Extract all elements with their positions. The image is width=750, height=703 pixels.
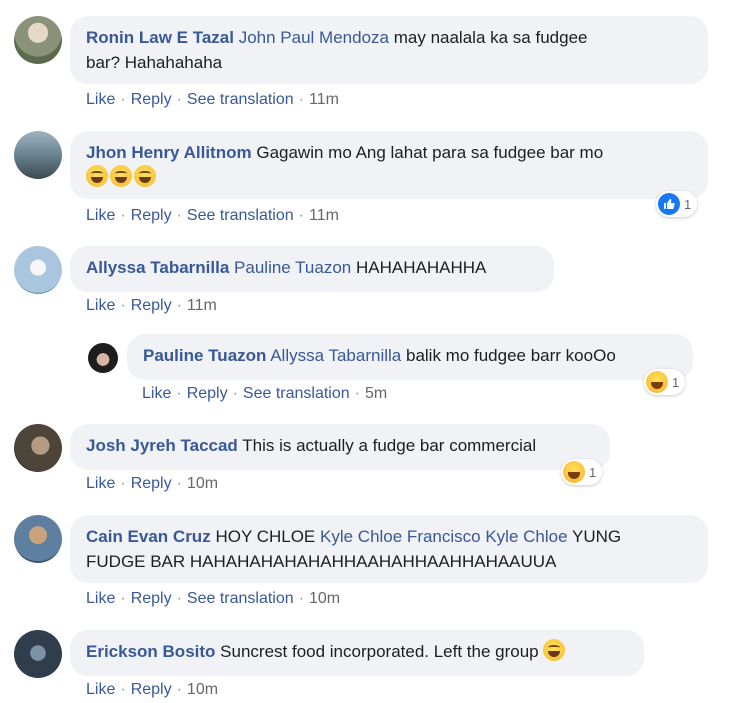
comment-actions: Like · Reply · See translation · 5m xyxy=(142,385,388,402)
comment-time[interactable]: 10m xyxy=(187,475,218,492)
haha-icon xyxy=(563,461,585,483)
reaction-count-badge[interactable]: 1 xyxy=(644,369,686,395)
like-link[interactable]: Like xyxy=(86,207,115,224)
comment-text: balik mo fudgee barr kooOo xyxy=(405,346,616,365)
comment-time[interactable]: 11m xyxy=(309,91,339,108)
see-translation-link[interactable]: See translation xyxy=(187,91,294,108)
comment-actions: Like · Reply · See translation · 11m xyxy=(86,207,339,224)
see-translation-link[interactable]: See translation xyxy=(187,207,294,224)
reply-link[interactable]: Reply xyxy=(131,681,172,698)
avatar[interactable] xyxy=(14,630,62,678)
comment-actions: Like · Reply · See translation · 10m xyxy=(86,590,341,607)
comment-bubble: Josh Jyreh Taccad This is actually a fud… xyxy=(70,424,610,470)
reply-link[interactable]: Reply xyxy=(131,590,172,607)
comment-author[interactable]: Allyssa Tabarnilla xyxy=(86,258,229,277)
like-icon xyxy=(658,193,680,215)
comment-mention[interactable]: Allyssa Tabarnilla xyxy=(270,346,401,365)
comment-actions: Like · Reply · 10m xyxy=(86,681,219,698)
smiling-sweat-emoji-icon xyxy=(543,639,566,661)
comment-text: YUNG xyxy=(571,527,622,546)
comment-time[interactable]: 11m xyxy=(187,297,217,314)
comment-bubble: Pauline Tuazon Allyssa Tabarnilla balik … xyxy=(127,334,693,380)
reaction-count: 1 xyxy=(672,374,680,390)
see-translation-link[interactable]: See translation xyxy=(243,385,350,402)
reply-link[interactable]: Reply xyxy=(131,207,172,224)
comment-time[interactable]: 5m xyxy=(365,385,387,402)
comment-author[interactable]: Ronin Law E Tazal xyxy=(86,28,234,47)
comment-text: Suncrest food incorporated. Left the gro… xyxy=(220,642,539,661)
avatar[interactable] xyxy=(88,343,118,373)
avatar[interactable] xyxy=(14,246,62,294)
comment-bubble: Erickson Bosito Suncrest food incorporat… xyxy=(70,630,644,676)
reply-link[interactable]: Reply xyxy=(187,385,228,402)
avatar[interactable] xyxy=(14,131,62,179)
comment-text: HOY CHLOE xyxy=(215,527,316,546)
like-link[interactable]: Like xyxy=(86,475,115,492)
like-link[interactable]: Like xyxy=(86,681,115,698)
avatar[interactable] xyxy=(14,424,62,472)
comment-text: This is actually a fudge bar commercial xyxy=(242,436,537,455)
comment-time[interactable]: 10m xyxy=(187,681,218,698)
reply-link[interactable]: Reply xyxy=(131,475,172,492)
reply-link[interactable]: Reply xyxy=(131,91,172,108)
avatar[interactable] xyxy=(14,16,62,64)
comment-actions: Like · Reply · 11m xyxy=(86,297,217,314)
comment-author[interactable]: Jhon Henry Allitnom xyxy=(86,143,252,162)
comment-mention[interactable]: Kyle Chloe Francisco Kyle Chloe xyxy=(320,527,568,546)
comment-author[interactable]: Josh Jyreh Taccad xyxy=(86,436,238,455)
comment-bubble: Cain Evan Cruz HOY CHLOE Kyle Chloe Fran… xyxy=(70,515,708,583)
haha-icon xyxy=(646,371,668,393)
laughing-emoji-icon xyxy=(86,165,108,187)
reaction-count: 1 xyxy=(589,464,597,480)
comment-text: FUDGE BAR HAHAHAHAHAHAHHAAHAHHAAHHAHAAUU… xyxy=(86,552,557,571)
comment-actions: Like · Reply · 10m xyxy=(86,475,219,492)
like-link[interactable]: Like xyxy=(142,385,171,402)
reaction-count: 1 xyxy=(684,196,692,212)
comment-text: bar? Hahahahaha xyxy=(86,53,223,72)
comment-time[interactable]: 11m xyxy=(309,207,339,224)
reaction-count-badge[interactable]: 1 xyxy=(656,191,698,217)
comment-text: HAHAHAHAHHA xyxy=(355,258,487,277)
like-link[interactable]: Like xyxy=(86,297,115,314)
reaction-count-badge[interactable]: 1 xyxy=(561,459,603,485)
comment-text: Gagawin mo Ang lahat para sa fudgee bar … xyxy=(256,143,604,162)
comment-bubble: Jhon Henry Allitnom Gagawin mo Ang lahat… xyxy=(70,131,708,199)
see-translation-link[interactable]: See translation xyxy=(187,590,294,607)
comment-bubble: Ronin Law E Tazal John Paul Mendoza may … xyxy=(70,16,708,84)
avatar[interactable] xyxy=(14,515,62,563)
comment-author[interactable]: Cain Evan Cruz xyxy=(86,527,211,546)
like-link[interactable]: Like xyxy=(86,590,115,607)
comment-bubble: Allyssa Tabarnilla Pauline Tuazon HAHAHA… xyxy=(70,246,554,292)
comment-text: may naalala ka sa fudgee xyxy=(393,28,588,47)
comment-author[interactable]: Pauline Tuazon xyxy=(143,346,266,365)
comment-mention[interactable]: Pauline Tuazon xyxy=(234,258,351,277)
comment-time[interactable]: 10m xyxy=(309,590,340,607)
laughing-emoji-icon xyxy=(110,165,132,187)
like-link[interactable]: Like xyxy=(86,91,115,108)
comment-mention[interactable]: John Paul Mendoza xyxy=(239,28,389,47)
comment-actions: Like · Reply · See translation · 11m xyxy=(86,91,339,108)
comment-author[interactable]: Erickson Bosito xyxy=(86,642,215,661)
reply-link[interactable]: Reply xyxy=(131,297,172,314)
laughing-emoji-icon xyxy=(134,165,156,187)
